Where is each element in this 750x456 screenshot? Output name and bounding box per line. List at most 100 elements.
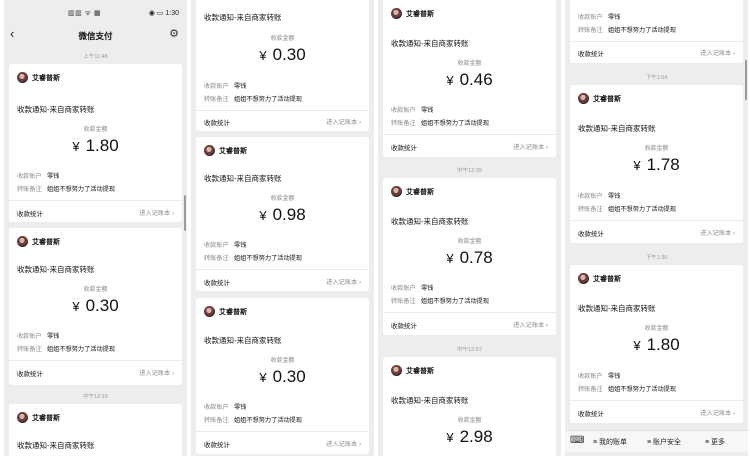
amount-label: 收款金额: [457, 61, 482, 67]
account-value: 零钱: [234, 83, 247, 90]
gear-icon[interactable]: ⚙: [169, 27, 179, 40]
ledger-link[interactable]: 进入记账本 ›: [139, 368, 174, 377]
remark-value: 姐姐不想努力了活动提现: [608, 206, 677, 213]
card-footer[interactable]: 收款统计 进入记账本 ›: [204, 117, 361, 127]
divider: [196, 269, 369, 270]
screenshot-panel-1: ▥▥ ᯤ ▦ ◉ ▭ 1:30 ‹ 微信支付 ⚙ 上午11:48 艾睿普斯 收款…: [4, 0, 187, 456]
remark-value: 姐姐不想努力了活动提现: [47, 346, 116, 353]
screenshot-panel-4: 收款账户 零钱 转账备注 姐姐不想努力了活动提现 收款统计 进入记账本 › 下午1:…: [565, 0, 748, 456]
sender-name: 艾睿普斯: [32, 415, 60, 422]
screenshot-panel-2: 收款通知-来自商家转账 收款金额 ¥0.30 收款账户 零钱 转账备注 姐姐不想努力…: [191, 0, 374, 456]
account-key: 收款账户: [578, 14, 603, 21]
payment-card[interactable]: 收款账户 零钱 转账备注 姐姐不想努力了活动提现 收款统计 进入记账本 ›: [570, 0, 743, 63]
account-row: 收款账户 零钱: [17, 331, 59, 340]
status-time: ◉ ▭ 1:30: [148, 10, 179, 17]
avatar: [578, 273, 589, 284]
payment-card[interactable]: 艾睿普斯 收款通知-来自商家转账 收款金额 ¥0.30 收款账户 零钱 转账备注姐…: [196, 298, 369, 454]
payment-card[interactable]: 艾睿普斯 收款通知-来自商家转账: [9, 404, 182, 456]
account-key: 收款账户: [204, 83, 229, 90]
scrollbar[interactable]: [745, 60, 747, 100]
remark-value: 姐姐不想努力了活动提现: [608, 27, 677, 34]
payment-card[interactable]: 艾睿普斯 收款通知-来自商家转账 收款金额 ¥0.78 收款账户 零钱 转账备注姐…: [383, 178, 556, 335]
menu-more[interactable]: ≡ 更多: [705, 437, 725, 447]
ledger-link[interactable]: 进入记账本 ›: [326, 277, 361, 286]
payment-card[interactable]: 艾睿普斯 收款通知-来自商家转账 收款金额 ¥0.46 收款账户 零钱 转账备注姐…: [383, 0, 556, 157]
card-footer[interactable]: 收款统计 进入记账本 ›: [578, 228, 735, 238]
ledger-link[interactable]: 进入记账本 ›: [513, 320, 548, 329]
payment-card[interactable]: 艾睿普斯 收款通知-来自商家转账 收款金额 ¥1.78 收款账户 零钱 转账备注姐…: [570, 85, 743, 243]
ledger-link[interactable]: 进入记账本 ›: [326, 439, 361, 448]
payment-card[interactable]: 艾睿普斯 收款通知-来自商家转账 收款金额 ¥0.98 收款账户 零钱 转账备注姐…: [196, 137, 369, 291]
amount-label: 收款金额: [457, 239, 482, 245]
payment-card[interactable]: 艾睿普斯 收款通知-来自商家转账 收款金额 ¥0.30 收款账户 零钱 转账备注姐…: [9, 228, 182, 385]
payment-card[interactable]: 艾睿普斯 收款通知-来自商家转账 收款金额 ¥1.80 收款账户 零钱 转账备注姐…: [570, 265, 743, 423]
sender-name: 艾睿普斯: [32, 75, 60, 82]
amount-label: 收款金额: [270, 196, 295, 202]
divider: [383, 134, 556, 135]
account-row: 收款账户 零钱: [391, 283, 433, 292]
notify-title: 收款通知-来自商家转账: [17, 441, 95, 450]
remark-row: 转账备注 姐姐不想努力了活动提现: [391, 296, 489, 305]
status-bar: ▥▥ ᯤ ▦ ◉ ▭ 1:30: [4, 6, 187, 20]
notify-title: 收款通知-来自商家转账: [204, 336, 282, 345]
card-footer[interactable]: 收款统计 进入记账本 ›: [391, 320, 548, 330]
yen-symbol: ¥: [72, 299, 80, 314]
screenshot-panel-3: 艾睿普斯 收款通知-来自商家转账 收款金额 ¥0.46 收款账户 零钱 转账备注姐…: [378, 0, 561, 456]
scrollbar[interactable]: [184, 195, 186, 231]
payment-card[interactable]: 艾睿普斯 收款通知-来自商家转账 收款金额 ¥2.98: [383, 357, 556, 456]
card-footer[interactable]: 收款统计 进入记账本 ›: [578, 408, 735, 418]
amount-value: 2.98: [459, 427, 493, 446]
yen-symbol: ¥: [259, 208, 267, 223]
stats-label: 收款统计: [391, 323, 417, 330]
yen-symbol: ¥: [72, 139, 80, 154]
timestamp: 上午11:48: [83, 54, 108, 60]
payment-card[interactable]: 艾睿普斯 收款通知-来自商家转账 收款金额 ¥1.80 收款账户 零钱 转账备注姐…: [9, 64, 182, 222]
ledger-link[interactable]: 进入记账本 ›: [139, 208, 174, 217]
card-footer[interactable]: 收款统计 进入记账本 ›: [578, 48, 735, 58]
card-footer[interactable]: 收款统计 进入记账本 ›: [391, 142, 548, 152]
stats-label: 收款统计: [578, 411, 604, 418]
account-key: 收款账户: [17, 333, 42, 340]
ledger-link[interactable]: 进入记账本 ›: [700, 48, 735, 57]
amount: ¥0.30: [9, 296, 182, 316]
keyboard-icon[interactable]: ⌨: [570, 435, 584, 446]
ledger-link[interactable]: 进入记账本 ›: [700, 228, 735, 237]
amount: ¥1.78: [570, 155, 743, 175]
stats-label: 收款统计: [578, 231, 604, 238]
remark-key: 转账备注: [578, 386, 603, 393]
amount-value: 1.80: [646, 335, 680, 354]
ledger-link[interactable]: 进入记账本 ›: [700, 408, 735, 417]
avatar: [391, 186, 402, 197]
account-value: 零钱: [421, 107, 434, 114]
amount-value: 0.46: [459, 70, 493, 89]
divider: [9, 360, 182, 361]
avatar: [17, 236, 28, 247]
card-footer[interactable]: 收款统计 进入记账本 ›: [17, 208, 174, 218]
divider: [196, 431, 369, 432]
menu-account-security[interactable]: ≡ 账户安全: [647, 437, 681, 447]
remark-key: 转账备注: [204, 96, 229, 103]
amount: ¥0.30: [196, 45, 369, 65]
remark-row: 转账备注 姐姐不想努力了活动提现: [391, 118, 489, 127]
account-key: 收款账户: [204, 242, 229, 249]
remark-value: 姐姐不想努力了活动提现: [421, 120, 490, 127]
remark-row: 转账备注 姐姐不想努力了活动提现: [204, 415, 302, 424]
remark-value: 姐姐不想努力了活动提现: [421, 298, 490, 305]
card-footer[interactable]: 收款统计 进入记账本 ›: [204, 277, 361, 287]
menu-my-bills[interactable]: ≡ 我的账单: [593, 437, 627, 447]
account-value: 零钱: [234, 242, 247, 249]
payment-card[interactable]: 收款通知-来自商家转账 收款金额 ¥0.30 收款账户 零钱 转账备注 姐姐不想努力…: [196, 0, 369, 131]
remark-value: 姐姐不想努力了活动提现: [608, 386, 677, 393]
notify-title: 收款通知-来自商家转账: [17, 105, 95, 114]
ledger-link[interactable]: 进入记账本 ›: [326, 117, 361, 126]
sender-name: 艾睿普斯: [32, 239, 60, 246]
account-row: 收款账户 零钱: [391, 105, 433, 114]
card-footer[interactable]: 收款统计 进入记账本 ›: [204, 439, 361, 449]
card-footer[interactable]: 收款统计 进入记账本 ›: [17, 368, 174, 378]
ledger-link[interactable]: 进入记账本 ›: [513, 142, 548, 151]
notify-title: 收款通知-来自商家转账: [391, 396, 469, 405]
remark-row: 转账备注 姐姐不想努力了活动提现: [578, 25, 676, 34]
avatar: [204, 306, 215, 317]
signal-icons: ▥▥ ᯤ ▦: [68, 10, 102, 17]
amount-label: 收款金额: [83, 287, 108, 293]
